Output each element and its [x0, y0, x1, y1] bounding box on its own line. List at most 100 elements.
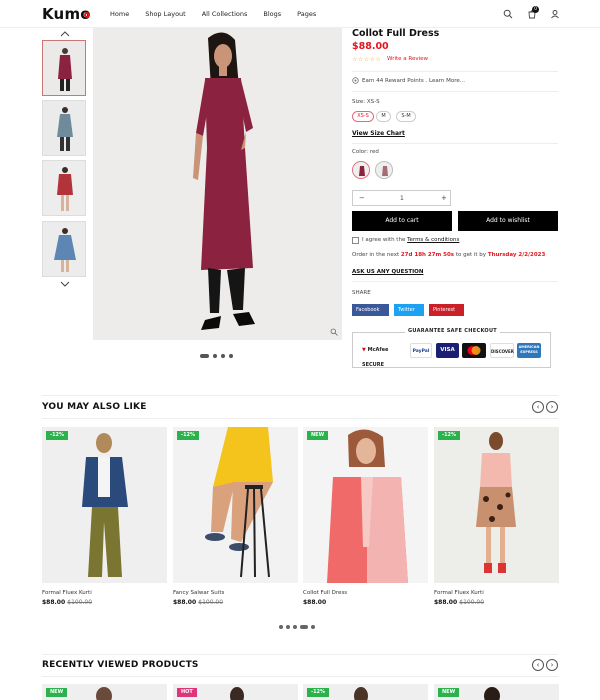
product-head-image: [96, 687, 112, 700]
size-option-s-m[interactable]: S-M: [396, 111, 416, 122]
product-price: $88.00 $100.00: [434, 599, 484, 606]
user-icon[interactable]: [550, 9, 560, 19]
pagination-dot[interactable]: [311, 625, 315, 629]
pagination-dot-active[interactable]: [300, 625, 308, 629]
qty-decrease-button[interactable]: −: [359, 194, 365, 202]
add-to-cart-button[interactable]: Add to cart: [352, 211, 452, 231]
recent-next-button[interactable]: ›: [546, 659, 558, 671]
pagination-dot[interactable]: [279, 625, 283, 629]
pagination-dot[interactable]: [221, 354, 225, 358]
thumbnail-image: [43, 161, 85, 215]
product-card-image: [303, 427, 428, 583]
thumbnail-image: [43, 222, 85, 276]
ask-question-link[interactable]: ASK US ANY QUESTION: [352, 269, 423, 275]
search-icon[interactable]: [503, 9, 513, 19]
recent-product-card[interactable]: -12%: [303, 684, 428, 700]
product-name[interactable]: Collot Full Dress: [303, 590, 347, 596]
discount-badge: -12%: [177, 431, 200, 440]
swatch-image: [376, 162, 392, 178]
divider: [352, 91, 558, 92]
pagination-dot[interactable]: [293, 625, 297, 629]
nav-home[interactable]: Home: [110, 10, 129, 18]
recent-prev-button[interactable]: ‹: [532, 659, 544, 671]
product-price: $88.00: [303, 599, 326, 606]
thumbnail-4[interactable]: [42, 221, 86, 277]
paypal-icon: PayPal: [410, 343, 432, 358]
qty-increase-button[interactable]: +: [441, 194, 447, 202]
product-card[interactable]: -12%: [42, 427, 167, 583]
share-label: SHARE: [352, 290, 371, 296]
recent-product-card[interactable]: NEW: [434, 684, 559, 700]
size-label: Size: XS-S: [352, 99, 380, 105]
product-card[interactable]: -12%: [434, 427, 559, 583]
product-price: $88.00: [352, 41, 389, 52]
mcafee-badge: ▼ McAfee SECURE: [362, 347, 389, 368]
color-swatch-red[interactable]: [352, 161, 370, 179]
thumbnail-3[interactable]: [42, 160, 86, 216]
nav-shop-layout[interactable]: Shop Layout: [145, 10, 186, 18]
add-to-wishlist-button[interactable]: Add to wishlist: [458, 211, 558, 231]
thumbnail-2[interactable]: [42, 100, 86, 156]
product-head-image: [354, 687, 368, 700]
product-name[interactable]: Fancy Salwar Suits: [173, 590, 224, 596]
zoom-icon[interactable]: [330, 328, 338, 336]
size-option-xs-s[interactable]: XS-S: [352, 111, 374, 122]
rating-stars[interactable]: ☆☆☆☆☆: [352, 56, 381, 63]
product-card-image: [434, 427, 559, 583]
product-card[interactable]: NEW: [303, 427, 428, 583]
qty-value[interactable]: 1: [400, 195, 404, 202]
site-header: Kumo Home Shop Layout All Collections Bl…: [0, 0, 600, 28]
you-may-also-like-title: YOU MAY ALSO LIKE: [42, 402, 147, 412]
pagination-dot[interactable]: [229, 354, 233, 358]
recent-product-card[interactable]: HOT: [173, 684, 298, 700]
old-price: $100.00: [67, 599, 93, 606]
product-name[interactable]: Formal Fluex Kurti: [434, 590, 484, 596]
main-nav: Home Shop Layout All Collections Blogs P…: [110, 10, 332, 18]
product-price: $88.00 $100.00: [42, 599, 92, 606]
thumbnail-1[interactable]: [42, 40, 86, 96]
product-name[interactable]: Formal Fluex Kurti: [42, 590, 92, 596]
current-price: $88.00: [42, 599, 66, 606]
view-size-chart-link[interactable]: View Size Chart: [352, 130, 405, 137]
pagination-dot[interactable]: [213, 354, 217, 358]
section-divider: [42, 418, 558, 419]
chevron-up-icon[interactable]: [60, 30, 70, 38]
new-badge: NEW: [46, 688, 68, 697]
quantity-stepper[interactable]: − 1 +: [352, 190, 451, 206]
current-price: $88.00: [434, 599, 458, 606]
recently-viewed-title: RECENTLY VIEWED PRODUCTS: [42, 660, 199, 670]
guarantee-title: GUARANTEE SAFE CHECKOUT: [405, 328, 501, 334]
product-title: Collot Full Dress: [352, 28, 440, 39]
product-card-image: [42, 427, 167, 583]
carousel-next-button[interactable]: ›: [546, 401, 558, 413]
carousel-pagination: [279, 625, 315, 629]
terms-checkbox[interactable]: [352, 237, 359, 244]
delivery-countdown: Order in the next 27d 18h 27m 50s to get…: [352, 252, 545, 258]
share-twitter-button[interactable]: Twitter: [394, 304, 424, 316]
carousel-prev-button[interactable]: ‹: [532, 401, 544, 413]
product-card[interactable]: -12%: [173, 427, 298, 583]
product-card-image: [173, 427, 298, 583]
reward-points-text[interactable]: Earn 44 Reward Points . Learn More...: [362, 78, 465, 84]
nav-blogs[interactable]: Blogs: [263, 10, 281, 18]
discount-badge: -12%: [438, 431, 461, 440]
nav-all-collections[interactable]: All Collections: [202, 10, 248, 18]
product-head-image: [484, 687, 500, 700]
size-option-m[interactable]: M: [376, 111, 391, 122]
swatch-image: [353, 162, 369, 178]
recent-product-card[interactable]: NEW: [42, 684, 167, 700]
share-pinterest-button[interactable]: Pinterest: [429, 304, 464, 316]
chevron-down-icon[interactable]: [60, 280, 70, 288]
new-badge: NEW: [307, 431, 329, 440]
mastercard-logo: [467, 346, 481, 355]
main-product-image[interactable]: [93, 28, 342, 340]
write-review-link[interactable]: Write a Review: [387, 56, 428, 62]
nav-pages[interactable]: Pages: [297, 10, 316, 18]
thumbnail-image: [43, 41, 85, 95]
discover-icon: DISCOVER: [490, 343, 514, 358]
color-swatch-alt[interactable]: [375, 161, 393, 179]
share-facebook-button[interactable]: Facebook: [352, 304, 389, 316]
pagination-dot[interactable]: [286, 625, 290, 629]
terms-link[interactable]: Terms & conditions: [407, 237, 459, 243]
pagination-dot-active[interactable]: [200, 354, 209, 358]
